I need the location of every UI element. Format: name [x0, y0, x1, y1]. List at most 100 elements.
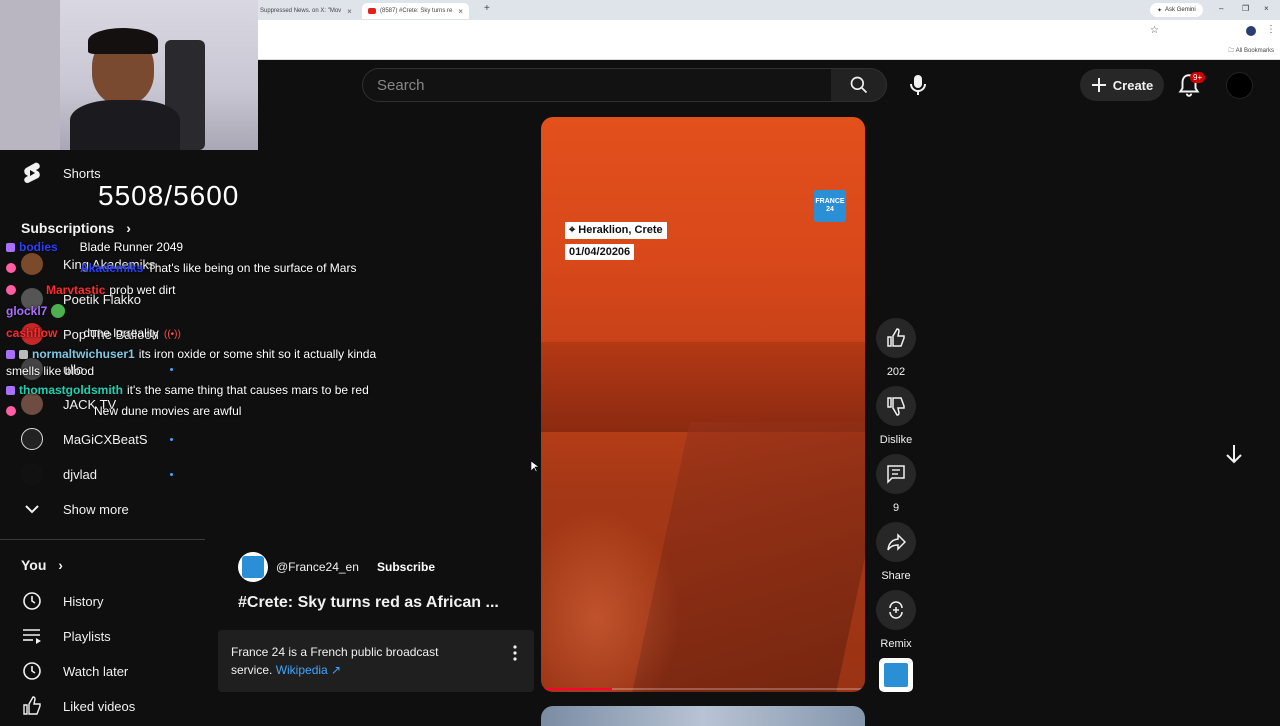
france24-avatar-icon	[242, 556, 264, 578]
remix-button[interactable]	[876, 590, 916, 630]
video-progress-bar[interactable]	[541, 688, 865, 690]
subscribe-button[interactable]: Subscribe	[366, 553, 446, 581]
shorts-icon	[21, 162, 43, 184]
subscriptions-heading[interactable]: Subscriptions ›	[21, 220, 131, 236]
minimize-icon[interactable]: –	[1219, 4, 1223, 13]
close-icon[interactable]: ×	[458, 7, 463, 16]
show-more-button[interactable]: Show more	[0, 493, 210, 525]
emote-icon	[51, 304, 66, 318]
search-button[interactable]	[831, 68, 887, 102]
next-short-preview[interactable]	[541, 706, 865, 726]
chat-heart-badge-icon	[6, 263, 16, 273]
new-content-dot	[170, 367, 173, 371]
ask-gemini-button[interactable]: ✦ Ask Gemini	[1150, 3, 1203, 17]
you-heading[interactable]: You ›	[21, 557, 63, 573]
channel-handle[interactable]: @France24_en	[276, 560, 359, 574]
chevron-right-icon: ›	[58, 557, 63, 573]
sidebar-item-label: History	[63, 593, 104, 609]
bookmark-star-icon[interactable]: ☆	[1150, 25, 1159, 36]
voice-search-button[interactable]	[900, 67, 936, 103]
chat-text: New dune movies are awful	[94, 404, 242, 418]
menu-icon[interactable]: ⋮	[1266, 24, 1276, 35]
chat-message: cashflow dune lorreality	[6, 326, 159, 340]
chat-text: its iron oxide or some shit so it actual…	[138, 347, 377, 361]
new-tab-icon[interactable]: +	[484, 3, 490, 14]
search-input[interactable]: Search	[362, 68, 832, 102]
account-avatar[interactable]	[1226, 72, 1253, 99]
more-options-icon[interactable]	[510, 644, 520, 662]
short-title[interactable]: #Crete: Sky turns red as African ...	[238, 594, 499, 612]
comments-button[interactable]	[876, 454, 916, 494]
shorts-video-player[interactable]: ⌖ Heraklion, Crete 01/04/20206 FRANCE 24	[541, 117, 865, 692]
profile-icon[interactable]	[1246, 26, 1256, 36]
subscriptions-title: Subscriptions	[21, 220, 115, 236]
window-close-icon[interactable]: ×	[1264, 4, 1269, 13]
tab-title: (8587) #Crete: Sky turns re	[380, 8, 453, 14]
comments-action[interactable]: 9	[876, 454, 916, 514]
all-bookmarks-label: All Bookmarks	[1235, 48, 1274, 54]
browser-tab[interactable]: Suppressed News. on X: "Mov ×	[254, 3, 358, 19]
sidebar-subscription[interactable]: MaGiCXBeatS	[0, 423, 210, 455]
chat-user: Marvtastic	[46, 283, 106, 297]
close-icon[interactable]: ×	[347, 7, 352, 16]
chat-text: it's the same thing that causes mars to …	[127, 383, 369, 397]
playlists-icon	[21, 625, 43, 647]
channel-name: MaGiCXBeatS	[63, 431, 148, 447]
remix-action[interactable]: Remix	[876, 590, 916, 650]
maximize-icon[interactable]: ❐	[1242, 4, 1249, 13]
thumbs-up-icon	[887, 328, 905, 347]
stream-counter: 5508/5600	[98, 180, 240, 211]
channel-name: djvlad	[63, 466, 97, 482]
like-action[interactable]: 202	[876, 318, 916, 378]
watch-later-icon	[21, 660, 43, 682]
dislike-button[interactable]	[876, 386, 916, 426]
share-icon	[887, 533, 906, 551]
sidebar-divider	[0, 539, 205, 540]
show-more-label: Show more	[63, 501, 129, 517]
chat-user: Akademiks	[80, 261, 144, 275]
notification-badge: 9+	[1190, 72, 1206, 83]
sidebar-subscription[interactable]: djvlad	[0, 458, 210, 490]
thumbs-down-icon	[887, 397, 905, 416]
webcam-hair	[88, 28, 158, 54]
history-icon	[21, 590, 43, 612]
gemini-icon: ✦	[1157, 7, 1163, 14]
location-pin-icon: ⌖	[569, 224, 576, 236]
ask-gemini-label: Ask Gemini	[1165, 7, 1196, 13]
browser-tab-active[interactable]: (8587) #Crete: Sky turns re ×	[362, 3, 470, 19]
liked-videos-icon	[21, 695, 43, 717]
all-bookmarks-link[interactable]: 🗀 All Bookmarks	[1228, 46, 1274, 56]
sound-thumbnail[interactable]	[879, 658, 913, 692]
arrow-down-icon[interactable]	[1222, 442, 1246, 466]
tab-title: Suppressed News. on X: "Mov	[260, 8, 342, 14]
location-tag: ⌖ Heraklion, Crete	[565, 222, 667, 239]
chat-heart-badge-icon	[6, 285, 16, 295]
sidebar-item-label: Shorts	[63, 165, 101, 181]
france24-logo: FRANCE 24	[814, 190, 846, 222]
share-label: Share	[881, 570, 911, 582]
new-content-dot	[170, 437, 173, 441]
video-waves	[541, 507, 681, 692]
chat-message: New dune movies are awful	[6, 404, 241, 418]
chat-badge-icon	[19, 349, 28, 359]
chat-text: That's like being on the surface of Mars	[147, 261, 357, 275]
sidebar-item-liked-videos[interactable]: Liked videos	[0, 690, 210, 722]
share-button[interactable]	[876, 522, 916, 562]
search-icon	[850, 76, 867, 94]
live-icon: ((•))	[164, 328, 181, 340]
you-title: You	[21, 557, 47, 573]
sidebar-item-history[interactable]: History	[0, 585, 210, 617]
wikipedia-link[interactable]: Wikipedia ↗	[276, 663, 341, 677]
chat-badge-icon	[6, 349, 15, 359]
chat-user: bodies	[19, 240, 58, 254]
share-action[interactable]: Share	[876, 522, 916, 582]
date-tag: 01/04/20206	[565, 244, 635, 260]
chat-user: normaltwichuser1	[32, 347, 135, 361]
sidebar-item-watch-later[interactable]: Watch later	[0, 655, 210, 687]
dislike-action[interactable]: Dislike	[876, 386, 916, 446]
create-button[interactable]: Create	[1080, 69, 1164, 101]
channel-avatar[interactable]	[238, 552, 268, 582]
chat-badge-icon	[6, 242, 15, 252]
like-button[interactable]	[876, 318, 916, 358]
sidebar-item-playlists[interactable]: Playlists	[0, 620, 210, 652]
